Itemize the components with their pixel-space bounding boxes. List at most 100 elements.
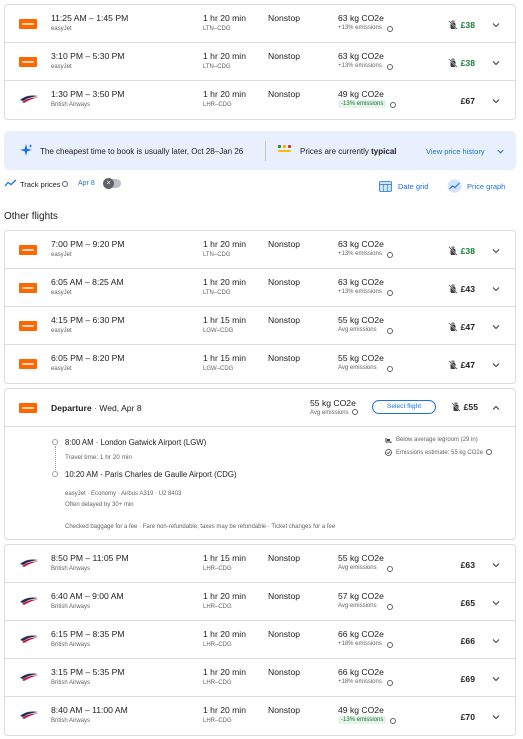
- airline-name: British Airways: [51, 604, 91, 610]
- emissions-label: Avg emissions: [338, 365, 377, 371]
- flight-stops: Nonstop: [268, 553, 301, 563]
- flight-row[interactable]: 3:10 PM – 5:30 PM easyJet 1 hr 20 min LTN–C…: [5, 43, 515, 81]
- no-carry-on-bag-icon: [448, 58, 458, 68]
- chevron-down-icon[interactable]: [491, 322, 501, 332]
- emissions-label: +18% emissions: [338, 641, 382, 647]
- flight-route: LGW–CDG: [203, 366, 234, 372]
- emissions-label: -13% emissions: [338, 716, 387, 724]
- info-icon[interactable]: [390, 102, 396, 108]
- flight-times: 6:15 PM – 8:35 PM: [51, 629, 125, 639]
- track-prices-toggle[interactable]: ×: [103, 178, 121, 189]
- flight-row[interactable]: 11:25 AM – 1:45 PM easyJet 1 hr 20 min LTN–…: [5, 5, 515, 43]
- delay-note: Often delayed by 30+ min: [65, 502, 134, 508]
- no-carry-on-bag-icon: [448, 20, 458, 30]
- info-icon[interactable]: [387, 642, 393, 648]
- flight-price: £66: [460, 636, 475, 646]
- chevron-down-icon[interactable]: [491, 560, 501, 570]
- flight-price: £65: [460, 598, 475, 608]
- emissions-label: -13% emissions: [338, 100, 387, 108]
- airline-name: easyJet: [51, 252, 72, 258]
- other-flights-heading: Other flights: [4, 211, 58, 222]
- chevron-down-icon[interactable]: [491, 58, 501, 68]
- info-icon[interactable]: [486, 449, 493, 455]
- chevron-down-icon[interactable]: [491, 598, 501, 608]
- chevron-down-icon[interactable]: [491, 20, 501, 30]
- info-icon[interactable]: [387, 680, 393, 686]
- date-grid-icon[interactable]: [379, 180, 392, 192]
- flight-row[interactable]: 8:40 AM – 11:00 AM British Airways 1 hr 20…: [5, 697, 515, 735]
- flight-duration: 1 hr 20 min: [203, 51, 246, 61]
- no-carry-on-bag-icon: [451, 402, 461, 412]
- select-flight-button[interactable]: Select flight: [372, 400, 436, 414]
- british-airways-logo: [19, 94, 38, 104]
- flight-price: £67: [460, 96, 475, 106]
- flight-row[interactable]: 6:15 PM – 8:35 PM British Airways 1 hr 20 …: [5, 621, 515, 659]
- chevron-down-icon[interactable]: [491, 674, 501, 684]
- flight-route: LHR–CDG: [203, 680, 232, 686]
- flight-duration: 1 hr 20 min: [203, 667, 246, 677]
- price-graph-icon[interactable]: [447, 179, 462, 193]
- flight-stops: Nonstop: [268, 591, 301, 601]
- airline-name: British Airways: [51, 566, 91, 572]
- info-icon[interactable]: [387, 290, 393, 296]
- info-icon[interactable]: [387, 604, 393, 610]
- flight-row[interactable]: 4:15 PM – 6:30 PM easyJet 1 hr 15 min LGW–C…: [5, 307, 515, 345]
- price-graph-button[interactable]: Price graph: [467, 182, 505, 191]
- info-icon[interactable]: [387, 26, 393, 32]
- info-icon[interactable]: [387, 328, 393, 334]
- info-icon[interactable]: [387, 566, 393, 572]
- easyjet-logo: [19, 19, 37, 29]
- info-icon[interactable]: [351, 409, 358, 415]
- no-carry-on-bag-icon: [448, 322, 458, 332]
- flight-row[interactable]: 7:00 PM – 9:20 PM easyJet 1 hr 20 min LTN–C…: [5, 231, 515, 269]
- no-carry-on-bag-icon: [448, 360, 458, 370]
- chevron-up-icon[interactable]: [491, 403, 501, 413]
- info-icon[interactable]: [390, 718, 396, 724]
- chevron-down-icon[interactable]: [491, 636, 501, 646]
- flight-times: 6:40 AM – 9:00 AM: [51, 591, 124, 601]
- co2-value: 57 kg CO2e: [338, 591, 384, 601]
- chevron-down-icon[interactable]: [491, 96, 501, 106]
- chevron-down-icon[interactable]: [491, 360, 501, 370]
- date-grid-button[interactable]: Date grid: [398, 182, 428, 191]
- flight-row[interactable]: 6:05 PM – 8:20 PM easyJet 1 hr 15 min LGW–C…: [5, 345, 515, 383]
- chevron-down-icon[interactable]: [491, 712, 501, 722]
- flight-route: LGW–CDG: [203, 328, 234, 334]
- flight-row[interactable]: 3:15 PM – 5:35 PM British Airways 1 hr 20 …: [5, 659, 515, 697]
- co2-value: 55 kg CO2e: [338, 553, 384, 563]
- info-icon[interactable]: [387, 366, 393, 372]
- flight-route: LTN–CDG: [203, 290, 231, 296]
- flight-row[interactable]: 8:50 PM – 11:05 PM British Airways 1 hr 15…: [5, 545, 515, 583]
- flight-duration: 1 hr 20 min: [203, 705, 246, 715]
- british-airways-logo: [19, 596, 38, 606]
- info-icon[interactable]: [387, 252, 393, 258]
- flight-stops: Nonstop: [268, 705, 301, 715]
- emissions-label: +13% emissions: [338, 63, 382, 69]
- flight-row[interactable]: 6:05 AM – 8:25 AM easyJet 1 hr 20 min LTN–C…: [5, 269, 515, 307]
- legroom-text: Below average legroom (29 in): [396, 437, 478, 443]
- info-icon[interactable]: [387, 64, 393, 70]
- flight-times: 6:05 PM – 8:20 PM: [51, 353, 125, 363]
- co2-value: 66 kg CO2e: [338, 667, 384, 677]
- flight-row[interactable]: 6:40 AM – 9:00 AM British Airways 1 hr 20 …: [5, 583, 515, 621]
- chevron-down-icon[interactable]: [496, 147, 505, 156]
- emissions-estimate: Emissions estimate: 55 kg CO2e: [396, 449, 493, 456]
- flight-price: £38: [460, 58, 475, 68]
- flight-stops: Nonstop: [268, 239, 301, 249]
- chevron-down-icon[interactable]: [491, 246, 501, 256]
- airline-name: easyJet: [51, 64, 72, 70]
- flight-row[interactable]: 1:30 PM – 3:50 PM British Airways 1 hr 20 …: [5, 81, 515, 119]
- info-icon[interactable]: [62, 181, 68, 187]
- track-date: Apr 8: [78, 180, 95, 187]
- co2-value: 63 kg CO2e: [338, 239, 384, 249]
- other-flights-list-a: 7:00 PM – 9:20 PM easyJet 1 hr 20 min LTN–C…: [4, 230, 516, 384]
- prices-status-text: Prices are currently typical: [300, 147, 396, 156]
- flight-duration: 1 hr 20 min: [203, 277, 246, 287]
- flight-route: LHR–CDG: [203, 566, 232, 572]
- flight-stops: Nonstop: [268, 667, 301, 677]
- easyjet-logo: [19, 321, 37, 331]
- chevron-down-icon[interactable]: [491, 284, 501, 294]
- expanded-header[interactable]: Departure · Wed, Apr 8 55 kg CO2e Avg em…: [5, 389, 515, 427]
- view-price-history-link[interactable]: View price history: [426, 147, 485, 156]
- easyjet-logo: [19, 245, 37, 255]
